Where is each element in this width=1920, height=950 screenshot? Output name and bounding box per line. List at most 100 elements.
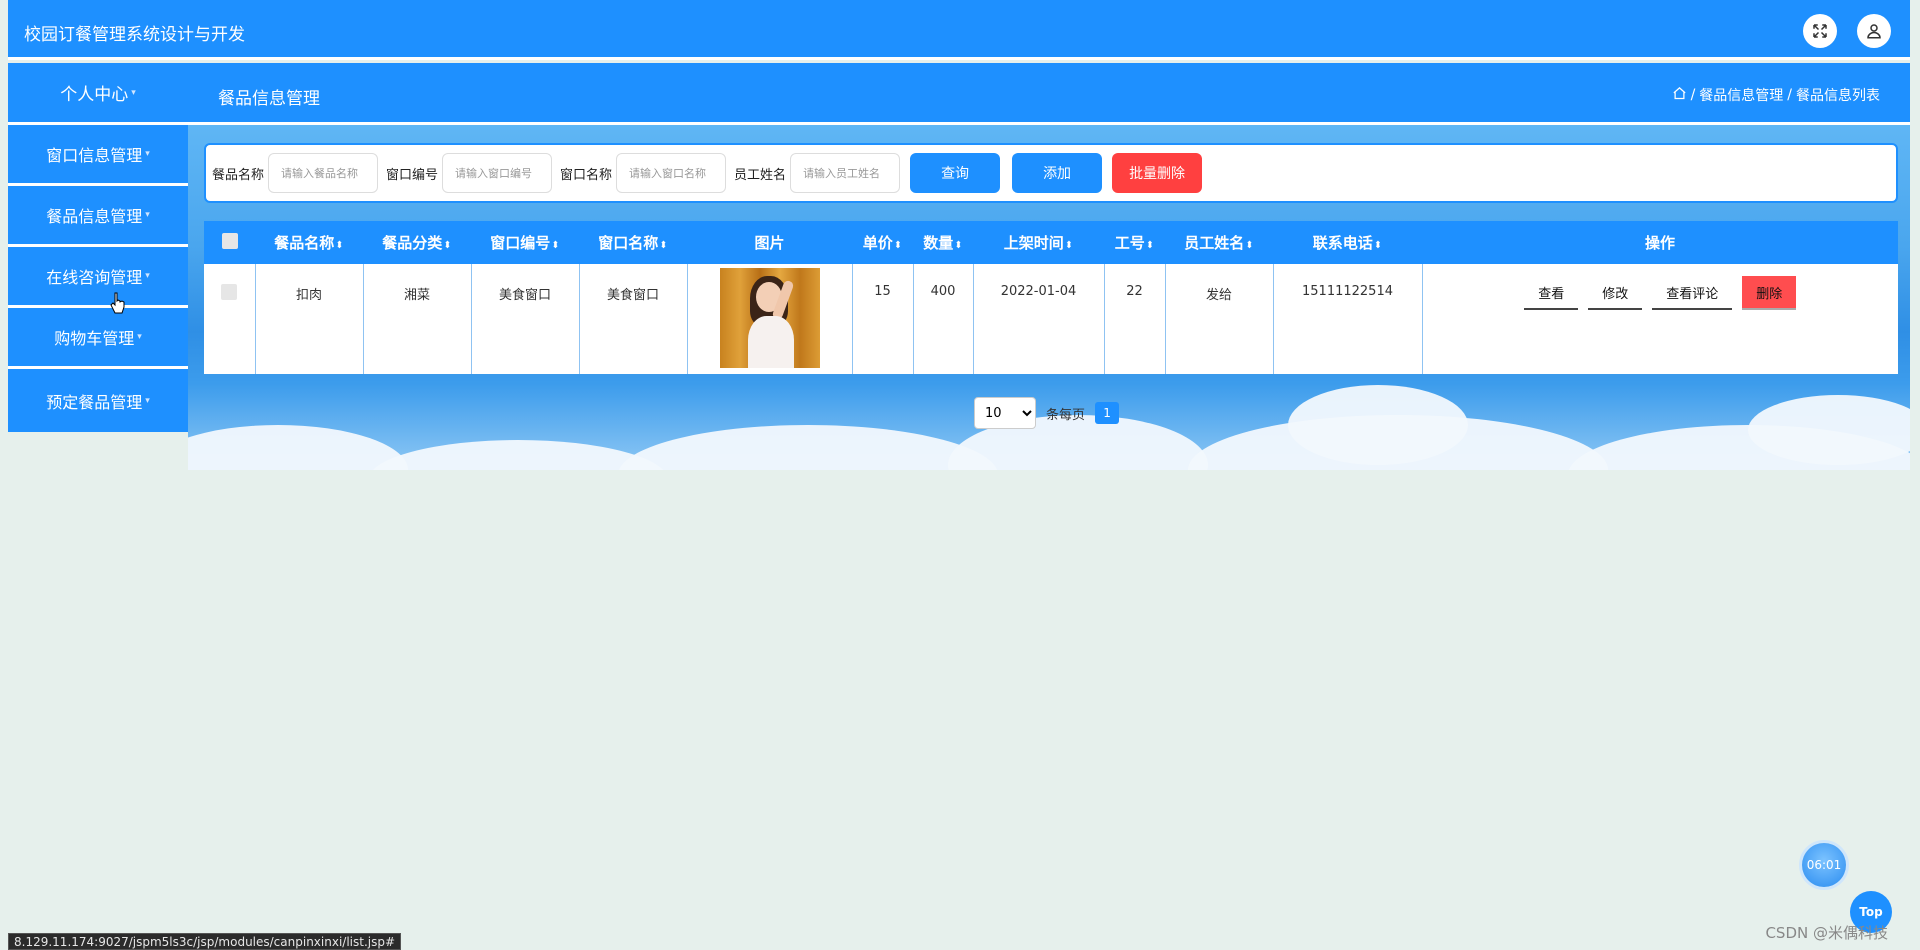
chevron-down-icon: ▾ — [145, 149, 150, 159]
search-panel: 餐品名称 窗口编号 窗口名称 员工姓名 查询 添加 批量删除 — [204, 143, 1898, 203]
dish-photo — [719, 268, 820, 368]
column-header[interactable]: 工号⬍ — [1104, 221, 1165, 264]
chevron-down-icon: ▾ — [145, 271, 150, 281]
main-content: 餐品名称 窗口编号 窗口名称 员工姓名 查询 添加 批量删除 — [188, 125, 1910, 470]
app-window: 校园订餐管理系统设计与开发 个人中心 ▾ 餐品信息管理 / 餐品信息管理 / 餐… — [0, 0, 1920, 950]
column-header[interactable]: 上架时间⬍ — [973, 221, 1104, 264]
column-header: 图片 — [754, 234, 785, 252]
sort-icon: ⬍ — [335, 240, 344, 251]
sort-icon: ⬍ — [954, 240, 963, 251]
cell-window-name: 美食窗口 — [579, 264, 688, 374]
sidebar-item-label: 餐品信息管理 — [46, 207, 143, 226]
column-header: 操作 — [1644, 234, 1675, 252]
cell-image — [687, 264, 853, 374]
cell-employee-no: 22 — [1104, 264, 1166, 374]
data-table: 餐品名称⬍ 餐品分类⬍ 窗口编号⬍ 窗口名称⬍ 图片 单价⬍ 数量⬍ 上架时间⬍… — [204, 221, 1898, 374]
select-all-checkbox[interactable] — [204, 221, 255, 264]
column-header[interactable]: 员工姓名⬍ — [1165, 221, 1273, 264]
breadcrumb-level-2: 餐品信息列表 — [1796, 88, 1880, 104]
sort-icon: ⬍ — [1373, 240, 1383, 251]
page-size-select[interactable]: 10 — [974, 397, 1036, 429]
sort-icon: ⬍ — [1145, 240, 1155, 251]
row-checkbox[interactable] — [204, 264, 256, 374]
cell-price: 15 — [852, 264, 914, 374]
sidebar-item-label: 窗口信息管理 — [46, 146, 143, 165]
edit-button[interactable]: 修改 — [1588, 276, 1643, 310]
sub-bar: 个人中心 ▾ 餐品信息管理 / 餐品信息管理 / 餐品信息列表 — [8, 63, 1910, 125]
cell-employee-name: 发给 — [1165, 264, 1274, 374]
sidebar-item-label: 预定餐品管理 — [46, 392, 143, 412]
breadcrumb-separator: / — [1787, 87, 1792, 103]
breadcrumb-separator: / — [1690, 87, 1696, 103]
timer-badge: 06:01 — [1802, 843, 1846, 887]
table-row: 扣肉 湘菜 美食窗口 美食窗口 15 400 2022-01-04 22 发给 … — [204, 264, 1898, 374]
query-button[interactable]: 查询 — [910, 153, 1001, 193]
cloud-decoration — [1288, 385, 1468, 465]
breadcrumb-level-1[interactable]: 餐品信息管理 — [1699, 85, 1783, 105]
chevron-down-icon: ▾ — [131, 87, 136, 98]
sidebar-item-cart[interactable]: 购物车管理 ▾ — [8, 308, 188, 369]
column-header[interactable]: 联系电话⬍ — [1273, 221, 1422, 264]
sidebar-item-dish-info[interactable]: 餐品信息管理 ▾ — [8, 186, 188, 247]
sort-icon: ⬍ — [659, 240, 668, 251]
delete-button[interactable]: 删除 — [1742, 276, 1797, 310]
view-button[interactable]: 查看 — [1524, 276, 1579, 310]
cell-phone: 15111122514 — [1273, 264, 1423, 374]
dish-name-label: 餐品名称 — [212, 167, 265, 183]
chevron-down-icon: ▾ — [145, 210, 150, 220]
chevron-down-icon: ▾ — [145, 395, 150, 406]
sort-icon: ⬍ — [1064, 240, 1074, 251]
sidebar-item-consultation[interactable]: 在线咨询管理 ▾ — [8, 247, 188, 308]
cell-category: 湘菜 — [363, 264, 472, 374]
mouse-cursor-icon — [110, 292, 125, 314]
home-icon[interactable] — [1672, 86, 1687, 105]
cell-dish-name: 扣肉 — [255, 264, 364, 374]
watermark: CSDN @米偶科技 — [1765, 924, 1888, 942]
cell-listed-time: 2022-01-04 — [973, 264, 1105, 374]
view-comments-button[interactable]: 查看评论 — [1652, 276, 1733, 310]
column-header[interactable]: 窗口名称⬍ — [579, 221, 687, 264]
breadcrumb: / 餐品信息管理 / 餐品信息列表 — [1672, 85, 1880, 105]
pagination: 10 条每页 1 — [974, 397, 1120, 429]
column-header[interactable]: 数量⬍ — [913, 221, 973, 264]
window-name-input[interactable] — [616, 153, 727, 193]
window-no-label: 窗口编号 — [386, 167, 439, 183]
sidebar-item-label: 在线咨询管理 — [46, 268, 143, 287]
column-header[interactable]: 餐品分类⬍ — [363, 221, 471, 264]
sort-icon: ⬍ — [551, 240, 560, 251]
top-bar: 校园订餐管理系统设计与开发 — [8, 0, 1910, 60]
column-header[interactable]: 餐品名称⬍ — [255, 221, 363, 264]
cell-window-no: 美食窗口 — [471, 264, 580, 374]
profile-menu[interactable]: 个人中心 ▾ — [8, 63, 188, 122]
status-bar-url: 8.129.11.174:9027/jspm5ls3c/jsp/modules/… — [8, 933, 402, 950]
app-title: 校园订餐管理系统设计与开发 — [24, 25, 245, 45]
page-title: 餐品信息管理 — [218, 89, 320, 109]
profile-label: 个人中心 — [60, 85, 129, 105]
cell-actions: 查看 修改 查看评论 删除 — [1422, 264, 1898, 374]
window-no-input[interactable] — [442, 153, 553, 193]
table-header-row: 餐品名称⬍ 餐品分类⬍ 窗口编号⬍ 窗口名称⬍ 图片 单价⬍ 数量⬍ 上架时间⬍… — [204, 221, 1898, 264]
dish-name-input[interactable] — [268, 153, 379, 193]
cloud-decoration — [618, 425, 998, 470]
employee-name-input[interactable] — [790, 153, 901, 193]
column-header[interactable]: 窗口编号⬍ — [471, 221, 579, 264]
add-button[interactable]: 添加 — [1012, 153, 1103, 193]
window-name-label: 窗口名称 — [560, 167, 613, 183]
sidebar-item-window-info[interactable]: 窗口信息管理 ▾ — [8, 125, 188, 186]
sidebar-item-reservation[interactable]: 预定餐品管理 ▾ — [8, 369, 188, 432]
sidebar: 窗口信息管理 ▾ 餐品信息管理 ▾ 在线咨询管理 ▾ 购物车管理 ▾ 预定餐品管理 ▾ — [8, 125, 188, 432]
sidebar-item-label: 购物车管理 — [54, 329, 135, 348]
sort-icon: ⬍ — [443, 240, 452, 251]
cloud-decoration — [188, 425, 408, 470]
cell-quantity: 400 — [913, 264, 974, 374]
per-page-label: 条每页 — [1046, 407, 1086, 423]
fullscreen-icon[interactable] — [1803, 14, 1837, 48]
column-header[interactable]: 单价⬍ — [852, 221, 913, 264]
page-button-current[interactable]: 1 — [1095, 402, 1120, 424]
chevron-down-icon: ▾ — [137, 332, 142, 342]
sort-icon: ⬍ — [1245, 240, 1254, 251]
user-icon[interactable] — [1857, 14, 1891, 48]
employee-name-label: 员工姓名 — [734, 167, 787, 183]
batch-delete-button[interactable]: 批量删除 — [1112, 153, 1203, 193]
sort-icon: ⬍ — [893, 240, 903, 251]
